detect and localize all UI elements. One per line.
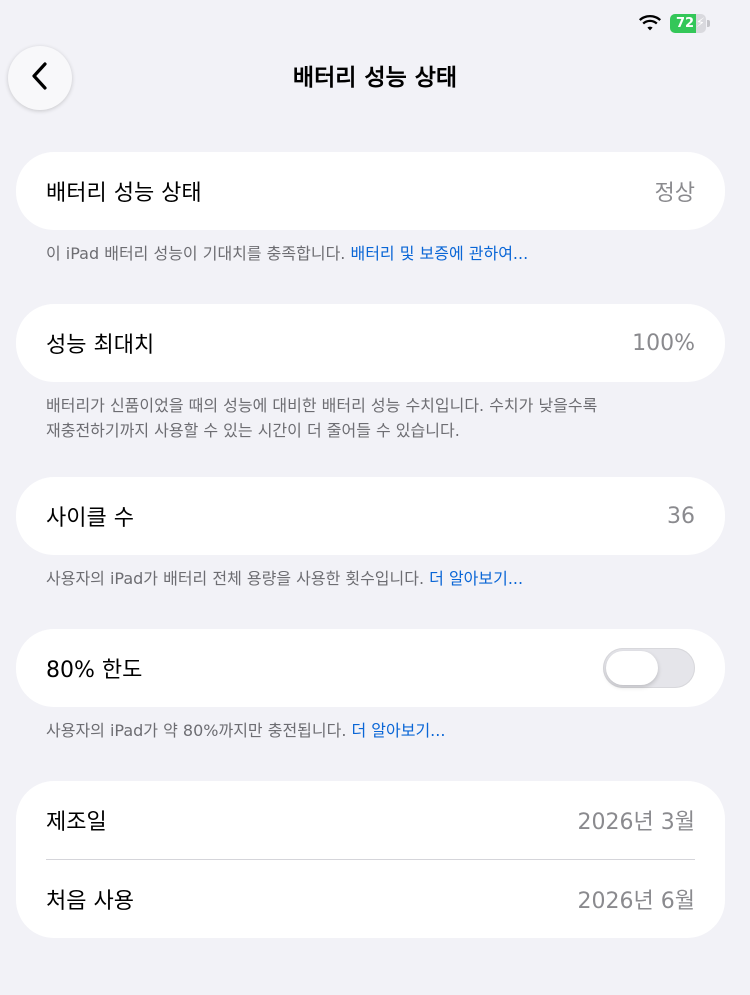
- cycle-footnote: 사용자의 iPad가 배터리 전체 용량을 사용한 횟수입니다. 더 알아보기.…: [46, 566, 686, 591]
- capacity-footnote-line2: 재충전하기까지 사용할 수 있는 시간이 더 줄어들 수 있습니다.: [46, 421, 460, 440]
- manufactured-label: 제조일: [46, 810, 107, 835]
- cycle-group: 사이클 수 36: [16, 477, 725, 555]
- charging-bolt-icon: ⚡︎: [695, 15, 705, 31]
- manufactured-value: 2026년 3월: [577, 810, 695, 835]
- toggle-knob: [606, 651, 658, 685]
- limit-footnote: 사용자의 iPad가 약 80%까지만 충전됩니다. 더 알아보기...: [46, 718, 686, 743]
- battery-cap: [707, 19, 710, 27]
- health-group: 배터리 성능 상태 정상: [16, 152, 725, 230]
- limit-toggle[interactable]: [603, 648, 695, 688]
- limit-row: 80% 한도: [16, 629, 725, 707]
- health-label: 배터리 성능 상태: [46, 181, 202, 206]
- cycle-value: 36: [667, 503, 695, 529]
- status-bar: 72 ⚡︎: [638, 10, 710, 36]
- dates-group: 제조일 2026년 3월 처음 사용 2026년 6월: [16, 781, 725, 938]
- limit-footnote-text: 사용자의 iPad가 약 80%까지만 충전됩니다.: [46, 721, 352, 740]
- health-row[interactable]: 배터리 성능 상태 정상: [16, 152, 725, 230]
- wifi-icon: [638, 14, 662, 32]
- limit-learn-more-link[interactable]: 더 알아보기...: [352, 721, 446, 740]
- warranty-link[interactable]: 배터리 및 보증에 관하여...: [350, 244, 528, 263]
- capacity-row[interactable]: 성능 최대치 100%: [16, 304, 725, 382]
- first-use-label: 처음 사용: [46, 889, 134, 914]
- cycle-learn-more-link[interactable]: 더 알아보기...: [429, 569, 523, 588]
- cycle-row[interactable]: 사이클 수 36: [16, 477, 725, 555]
- health-value: 정상: [654, 181, 695, 206]
- capacity-value: 100%: [632, 330, 695, 356]
- capacity-footnote: 배터리가 신품이었을 때의 성능에 대비한 배터리 성능 수치입니다. 수치가 …: [46, 393, 686, 443]
- manufactured-row: 제조일 2026년 3월: [16, 781, 725, 859]
- capacity-group: 성능 최대치 100%: [16, 304, 725, 382]
- health-footnote: 이 iPad 배터리 성능이 기대치를 충족합니다. 배터리 및 보증에 관하여…: [46, 241, 686, 266]
- cycle-label: 사이클 수: [46, 506, 134, 531]
- battery-body: 72 ⚡︎: [670, 13, 706, 33]
- health-footnote-text: 이 iPad 배터리 성능이 기대치를 충족합니다.: [46, 244, 351, 263]
- limit-group: 80% 한도: [16, 629, 725, 707]
- cycle-footnote-text: 사용자의 iPad가 배터리 전체 용량을 사용한 횟수입니다.: [46, 569, 430, 588]
- first-use-row: 처음 사용 2026년 6월: [16, 860, 725, 938]
- page-title: 배터리 성능 상태: [292, 65, 458, 91]
- limit-label: 80% 한도: [46, 658, 143, 683]
- first-use-value: 2026년 6월: [577, 889, 695, 914]
- battery-indicator: 72 ⚡︎: [670, 13, 710, 33]
- capacity-footnote-line1: 배터리가 신품이었을 때의 성능에 대비한 배터리 성능 수치입니다. 수치가 …: [46, 396, 598, 415]
- capacity-label: 성능 최대치: [46, 333, 155, 358]
